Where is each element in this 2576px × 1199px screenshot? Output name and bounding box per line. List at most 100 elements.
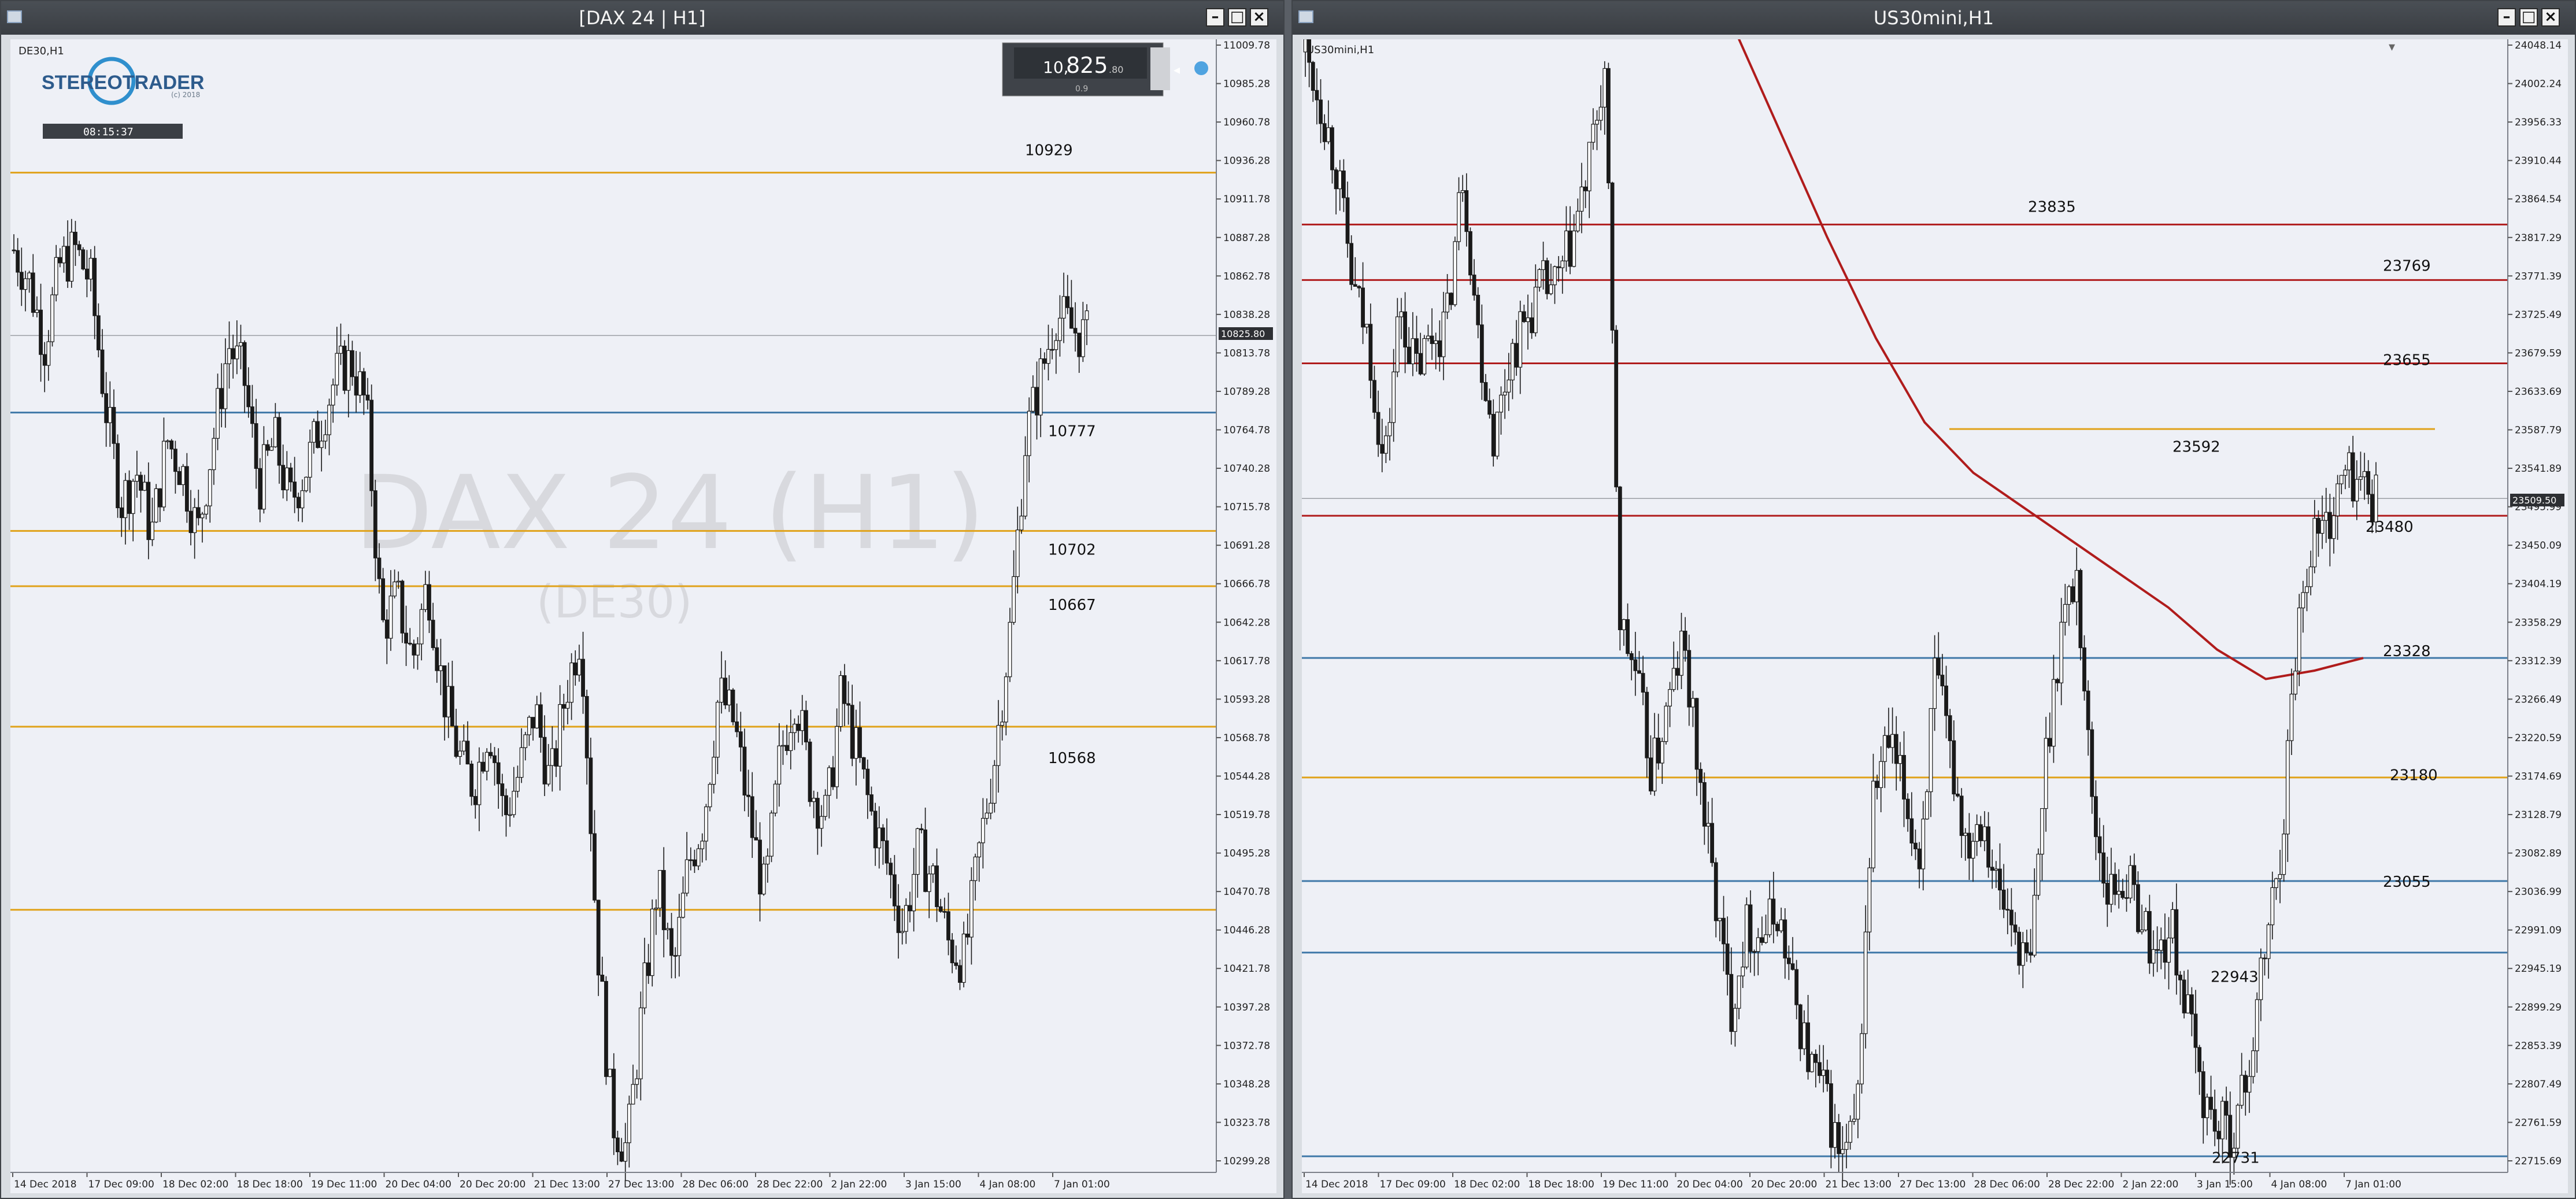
candle-body	[915, 828, 920, 875]
candle-body	[1387, 422, 1392, 436]
price-tick-label: 23817.29	[2515, 232, 2562, 244]
close-button[interactable]: ×	[2541, 8, 2560, 27]
candle-body	[2270, 887, 2275, 926]
price-tick-label: 10838.28	[1223, 309, 1270, 321]
minimize-button[interactable]: –	[2497, 8, 2516, 27]
candle-body	[638, 1007, 643, 1079]
candle-body	[742, 746, 747, 795]
candle-body	[227, 348, 231, 364]
candle-body	[604, 980, 608, 1077]
candle-body	[1587, 142, 1592, 191]
candle-body	[2163, 939, 2167, 963]
candle-body	[112, 407, 116, 444]
maximize-button[interactable]: □	[2519, 8, 2538, 27]
candle-body	[1073, 328, 1078, 334]
candle-body	[200, 513, 205, 519]
candle-body	[846, 703, 850, 706]
time-tick-label: 14 Dec 2018	[14, 1179, 77, 1190]
candle-body	[284, 467, 289, 490]
candle-body	[135, 475, 139, 482]
candle-body	[196, 507, 201, 519]
candle-body	[2197, 1047, 2202, 1072]
candle-body	[1399, 311, 1404, 317]
candle-body	[369, 399, 374, 491]
candle-body	[727, 689, 731, 706]
candle-body	[665, 928, 670, 930]
candle-body	[1085, 310, 1089, 320]
candle-body	[1994, 868, 1998, 871]
candle-body	[1000, 721, 1005, 726]
candle-body	[2048, 738, 2052, 747]
price-tick-label: 22807.49	[2515, 1079, 2562, 1090]
candle-body	[977, 842, 982, 857]
candle-body	[58, 257, 62, 264]
candle-body	[2174, 909, 2179, 976]
candle-body	[2293, 671, 2298, 695]
price-tick-label: 24048.14	[2515, 40, 2562, 51]
window-title: US30mini,H1	[1873, 7, 1994, 29]
window-titlebar[interactable]: US30mini,H1 – □ ×	[1293, 1, 2575, 35]
candle-body	[273, 417, 277, 447]
candle-body	[1572, 230, 1576, 267]
maximize-button[interactable]: □	[1228, 8, 1246, 27]
candle-body	[523, 734, 528, 748]
candle-body	[700, 841, 705, 849]
candle-body	[204, 505, 209, 515]
candle-body	[2120, 891, 2125, 898]
price-tick-label: 10446.28	[1223, 925, 1270, 937]
candle-body	[784, 745, 789, 751]
candle-body	[416, 643, 420, 656]
candle-body	[712, 757, 716, 785]
candle-body	[2312, 517, 2317, 568]
svg-text:.80: .80	[1109, 64, 1123, 75]
collapse-arrow-icon[interactable]: ◂	[1174, 63, 1180, 77]
candle-body	[162, 441, 166, 508]
current-price-text: 23509.50	[2512, 495, 2556, 506]
candle-body	[758, 839, 762, 895]
minimize-button[interactable]: –	[1206, 8, 1224, 27]
candle-body	[608, 1068, 612, 1077]
candle-body	[1691, 698, 1695, 708]
us30-chart-window[interactable]: US30mini,H1 – □ × 2408023835237692365523…	[1291, 0, 2576, 1199]
close-button[interactable]: ×	[1250, 8, 1268, 27]
candle-body	[1372, 380, 1376, 413]
candle-body	[2331, 515, 2336, 539]
price-tick-label: 22761.59	[2515, 1117, 2562, 1128]
candle-body	[1533, 287, 1538, 334]
candle-body	[1683, 631, 1687, 651]
candle-body	[388, 595, 393, 639]
time-tick-label: 27 Dec 13:00	[1900, 1179, 1966, 1190]
time-tick-label: 17 Dec 09:00	[88, 1179, 154, 1190]
time-tick-label: 20 Dec 04:00	[1677, 1179, 1743, 1190]
window-titlebar[interactable]: [DAX 24 | H1] – □ ×	[1, 1, 1283, 35]
candle-body	[904, 905, 908, 932]
candle-body	[708, 784, 712, 808]
candle-body	[2274, 878, 2278, 889]
candle-body	[512, 791, 516, 815]
stereotrader-logo: STEREOTRADER (c) 2018	[42, 57, 204, 105]
candle-body	[1380, 444, 1385, 454]
candle-body	[800, 710, 805, 731]
candle-body	[2017, 931, 2022, 966]
price-chart[interactable]: 2408023835237692365523592234802332823180…	[1302, 39, 2568, 1193]
candle-body	[339, 346, 343, 354]
candle-body	[1833, 1122, 1837, 1148]
candle-body	[1706, 823, 1711, 827]
price-widget[interactable]: 10, 825 .80 0.9 ◂	[1002, 42, 1208, 97]
candle-body	[546, 765, 551, 784]
candle-body	[554, 748, 558, 767]
dax-chart-window[interactable]: [DAX 24 | H1] – □ × DAX 24 (H1) (DE30) 1…	[0, 0, 1285, 1199]
candle-body	[1522, 311, 1526, 323]
candle-body	[296, 497, 301, 509]
candle-body	[1407, 346, 1411, 364]
candle-body	[1698, 769, 1703, 783]
candle-body	[396, 580, 401, 583]
price-chart[interactable]: DAX 24 (H1) (DE30) 10929 10777 10702 10667 1…	[10, 39, 1276, 1193]
candle-body	[1545, 260, 1549, 294]
candle-body	[1622, 619, 1626, 630]
candle-body	[565, 702, 570, 709]
candle-body	[573, 663, 578, 676]
candle-body	[446, 686, 451, 717]
time-tick-label: 4 Jan 08:00	[2271, 1179, 2327, 1190]
candle-body	[1403, 311, 1407, 348]
